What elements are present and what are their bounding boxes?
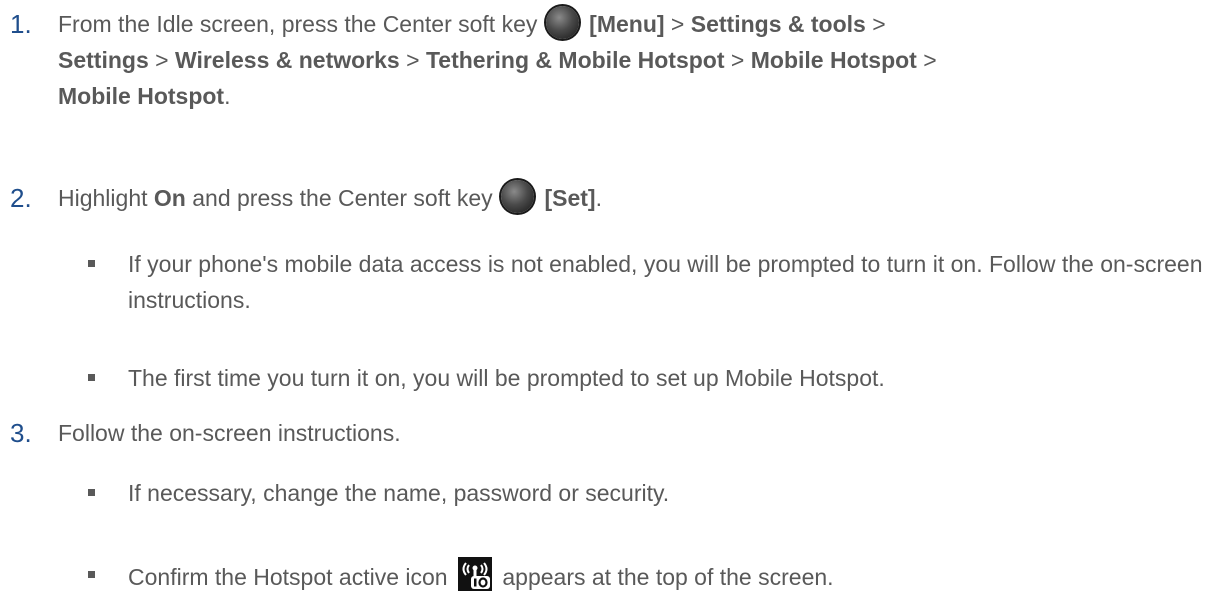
step-text-part: and press the Center soft key [185, 185, 493, 211]
bullet-text: If necessary, change the name, password … [128, 480, 670, 506]
path-separator: > [664, 11, 691, 37]
path-separator: > [399, 47, 426, 73]
bullet-marker [88, 260, 95, 267]
step-number: 3. [10, 418, 32, 448]
step-text-part: Highlight [58, 185, 154, 211]
path-separator: > [724, 47, 751, 73]
path-separator: > [865, 11, 886, 37]
step-end-punctuation: . [595, 185, 602, 211]
bullet-marker [88, 374, 95, 381]
path-item: Mobile Hotspot [750, 47, 917, 73]
bullet-text-part: Confirm the Hotspot active icon [128, 564, 448, 590]
step-text: From the Idle screen, press the Center s… [58, 6, 1188, 114]
step-number: 1. [10, 9, 32, 39]
step-text: Highlight On and press the Center soft k… [58, 180, 1188, 216]
bullet-text: Confirm the Hotspot active icon appears … [128, 557, 1206, 595]
bullet-text: The first time you turn it on, you will … [128, 365, 885, 391]
path-item: Tethering & Mobile Hotspot [425, 47, 725, 73]
path-separator: > [148, 47, 175, 73]
path-item: Mobile Hotspot [58, 83, 225, 109]
menu-key-label: [Menu] [589, 11, 665, 37]
set-key-label: [Set] [544, 185, 596, 211]
step-end-punctuation: . [224, 83, 231, 109]
path-separator: > [916, 47, 937, 73]
path-item: Settings & tools [690, 11, 866, 37]
center-soft-key-icon [545, 6, 579, 39]
hotspot-active-icon [457, 557, 492, 591]
step-intro: From the Idle screen, press the Center s… [58, 11, 538, 37]
step-text: Follow the on-screen instructions. [58, 420, 401, 446]
path-item: Settings [58, 47, 149, 73]
instruction-document: 1. From the Idle screen, press the Cente… [0, 0, 1206, 610]
bullet-marker [88, 489, 95, 496]
bullet-marker [88, 571, 95, 578]
step-number: 2. [10, 183, 32, 213]
path-item: Wireless & networks [174, 47, 400, 73]
bullet-text: If your phone's mobile data access is no… [128, 251, 1203, 313]
highlight-option: On [153, 185, 186, 211]
bullet-text-part: appears at the top of the screen. [502, 564, 834, 590]
center-soft-key-icon [501, 180, 535, 213]
